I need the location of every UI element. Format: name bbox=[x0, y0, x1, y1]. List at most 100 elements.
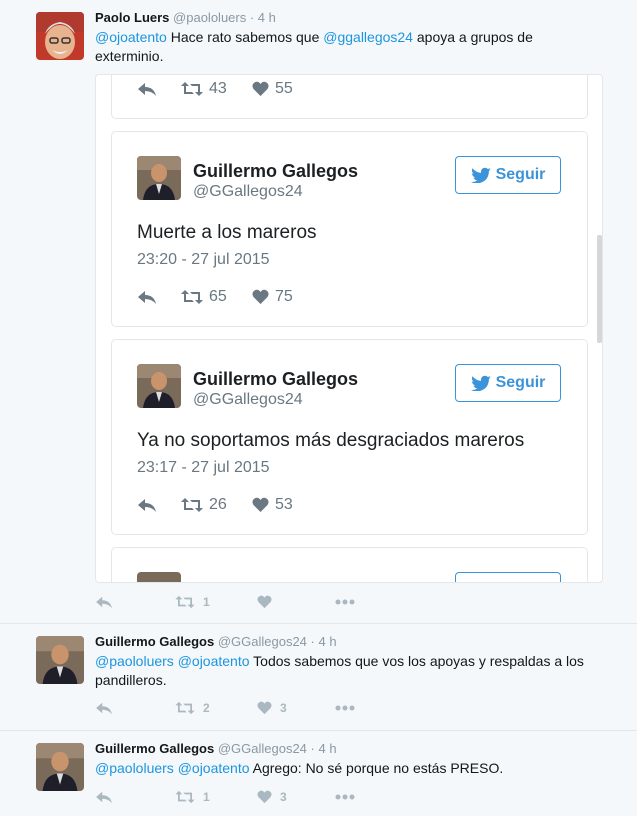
embedded-timeline[interactable]: 43 55 Guillermo Gallegos @GGallegos24 Se… bbox=[95, 74, 603, 583]
mention-link[interactable]: @paololuers bbox=[95, 653, 174, 669]
mention-link[interactable]: @paololuers bbox=[95, 760, 174, 776]
avatar[interactable] bbox=[36, 636, 84, 684]
tweet-time[interactable]: · 4 h bbox=[311, 634, 337, 649]
reply-button[interactable] bbox=[95, 787, 113, 807]
reply-button[interactable] bbox=[137, 287, 157, 307]
follow-button[interactable]: Seguir bbox=[455, 156, 561, 194]
retweet-icon bbox=[175, 595, 195, 609]
tweet-header: Paolo Luers @paololuers · 4 h bbox=[95, 10, 276, 25]
user-handle[interactable]: @GGallegos24 bbox=[218, 741, 307, 756]
heart-icon bbox=[252, 497, 269, 512]
reply-icon bbox=[96, 702, 112, 715]
heart-icon bbox=[252, 289, 269, 304]
card-author-name[interactable]: Guillermo Gallegos bbox=[193, 161, 358, 182]
like-count: 3 bbox=[280, 790, 287, 804]
tweet-text: @paololuers @ojoatento Todos sabemos que… bbox=[95, 652, 605, 690]
retweet-count: 65 bbox=[209, 288, 227, 305]
card-tweet-text: Ya no soportamos más desgraciados marero… bbox=[137, 430, 525, 451]
reply-button[interactable] bbox=[95, 592, 113, 612]
retweet-icon bbox=[181, 82, 203, 96]
more-dots-icon bbox=[335, 599, 355, 605]
tweet-text-part: Hace rato sabemos que bbox=[166, 29, 324, 45]
tweet-actions: 1 3 bbox=[95, 787, 395, 807]
reply-icon bbox=[138, 291, 156, 304]
embedded-tweet-card[interactable]: Guillermo Gallegos @GGallegos24 Seguir Y… bbox=[111, 339, 588, 535]
card-author-handle[interactable]: @GGallegos24 bbox=[193, 391, 303, 409]
card-tweet-date[interactable]: 23:17 - 27 jul 2015 bbox=[137, 459, 270, 477]
user-name[interactable]: Guillermo Gallegos bbox=[95, 634, 214, 649]
card-tweet-text: Muerte a los mareros bbox=[137, 222, 317, 243]
like-button[interactable]: 75 bbox=[252, 287, 293, 307]
follow-button[interactable]: Seguir bbox=[455, 364, 561, 402]
embedded-tweet-card-partial[interactable] bbox=[111, 547, 588, 582]
retweet-count: 43 bbox=[209, 80, 227, 97]
like-button[interactable]: 55 bbox=[252, 79, 293, 99]
like-count: 75 bbox=[275, 288, 293, 305]
retweet-icon bbox=[175, 701, 195, 715]
user-name[interactable]: Paolo Luers bbox=[95, 10, 169, 25]
reply-button[interactable] bbox=[137, 79, 157, 99]
retweet-button[interactable]: 26 bbox=[181, 495, 227, 515]
retweet-count: 26 bbox=[209, 496, 227, 513]
embedded-tweet-card[interactable]: Guillermo Gallegos @GGallegos24 Seguir M… bbox=[111, 131, 588, 327]
embedded-tweet-card-partial[interactable]: 43 55 bbox=[111, 75, 588, 119]
heart-icon bbox=[257, 790, 272, 804]
reply-icon bbox=[96, 791, 112, 804]
more-dots-icon bbox=[335, 794, 355, 800]
mention-link[interactable]: @ojoatento bbox=[178, 760, 250, 776]
avatar[interactable] bbox=[36, 743, 84, 791]
reply-button[interactable] bbox=[95, 698, 113, 718]
tweet-actions: 2 3 bbox=[95, 698, 395, 718]
retweet-button[interactable]: 2 bbox=[175, 698, 210, 718]
heart-icon bbox=[252, 81, 269, 96]
follow-button-partial[interactable] bbox=[455, 572, 561, 582]
mention-link[interactable]: @ggallegos24 bbox=[323, 29, 413, 45]
avatar[interactable] bbox=[137, 572, 181, 582]
reply-icon bbox=[138, 83, 156, 96]
tweet-time[interactable]: · 4 h bbox=[311, 741, 337, 756]
tweet-paolo: Paolo Luers @paololuers · 4 h @ojoatento… bbox=[0, 0, 637, 622]
retweet-button[interactable]: 1 bbox=[175, 787, 210, 807]
retweet-count: 2 bbox=[203, 701, 210, 715]
more-button[interactable] bbox=[335, 698, 355, 718]
tweet-header: Guillermo Gallegos @GGallegos24 · 4 h bbox=[95, 634, 337, 649]
retweet-icon bbox=[181, 498, 203, 512]
user-name[interactable]: Guillermo Gallegos bbox=[95, 741, 214, 756]
like-button[interactable]: 53 bbox=[252, 495, 293, 515]
embed-scrollbar[interactable] bbox=[597, 235, 602, 343]
heart-icon bbox=[257, 701, 272, 715]
card-actions: 26 53 bbox=[137, 495, 437, 515]
follow-label: Seguir bbox=[495, 374, 546, 391]
retweet-button[interactable]: 65 bbox=[181, 287, 227, 307]
like-button[interactable] bbox=[257, 592, 272, 612]
card-author-name[interactable]: Guillermo Gallegos bbox=[193, 369, 358, 390]
avatar[interactable] bbox=[137, 364, 181, 408]
retweet-button[interactable]: 43 bbox=[181, 79, 227, 99]
like-count: 3 bbox=[280, 701, 287, 715]
card-actions: 43 55 bbox=[137, 79, 437, 99]
avatar[interactable] bbox=[36, 12, 84, 60]
user-handle[interactable]: @GGallegos24 bbox=[218, 634, 307, 649]
tweet-gallegos-1: Guillermo Gallegos @GGallegos24 · 4 h @p… bbox=[0, 624, 637, 730]
more-dots-icon bbox=[335, 705, 355, 711]
retweet-button[interactable]: 1 bbox=[175, 592, 210, 612]
card-author-handle[interactable]: @GGallegos24 bbox=[193, 183, 303, 201]
retweet-icon bbox=[181, 290, 203, 304]
mention-link[interactable]: @ojoatento bbox=[178, 653, 250, 669]
reply-icon bbox=[138, 499, 156, 512]
tweet-header: Guillermo Gallegos @GGallegos24 · 4 h bbox=[95, 741, 337, 756]
reply-button[interactable] bbox=[137, 495, 157, 515]
more-button[interactable] bbox=[335, 592, 355, 612]
tweet-time[interactable]: · 4 h bbox=[250, 10, 276, 25]
follow-label: Seguir bbox=[495, 166, 546, 183]
avatar[interactable] bbox=[137, 156, 181, 200]
like-button[interactable]: 3 bbox=[257, 787, 287, 807]
like-count: 55 bbox=[275, 80, 293, 97]
tweet-text: @ojoatento Hace rato sabemos que @ggalle… bbox=[95, 28, 565, 66]
reply-icon bbox=[96, 596, 112, 609]
more-button[interactable] bbox=[335, 787, 355, 807]
card-tweet-date[interactable]: 23:20 - 27 jul 2015 bbox=[137, 251, 270, 269]
user-handle[interactable]: @paololuers bbox=[173, 10, 246, 25]
like-button[interactable]: 3 bbox=[257, 698, 287, 718]
mention-link[interactable]: @ojoatento bbox=[95, 29, 167, 45]
